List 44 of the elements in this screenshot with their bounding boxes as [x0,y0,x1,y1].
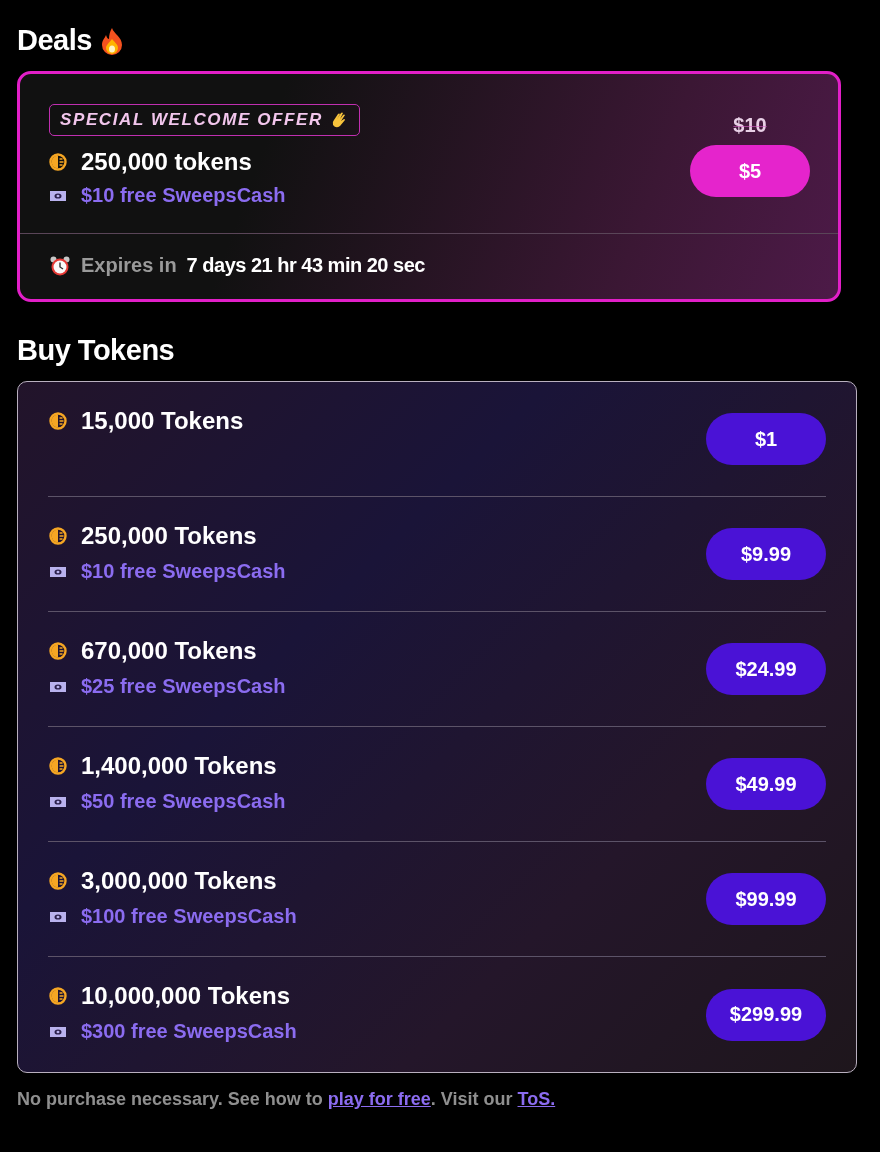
coin-icon [49,527,67,545]
sweepscash-bonus: $300 free SweepsCash [81,1020,297,1043]
token-amount: 10,000,000 Tokens [81,982,291,1010]
coin-icon [49,987,67,1005]
banknote-icon [49,909,67,924]
banknote-icon [49,1024,67,1039]
alarm-clock-icon [49,254,71,277]
expires-label: Expires in [81,254,177,277]
token-amount: 670,000 Tokens [81,637,257,665]
banknote-icon [49,679,67,694]
buy-button[interactable]: $49.99 [706,758,826,810]
token-amount: 1,400,000 Tokens [81,752,277,780]
buy-button[interactable]: $24.99 [706,643,826,695]
token-amount: 250,000 Tokens [81,522,257,550]
coin-icon [49,757,67,775]
buy-button[interactable]: $9.99 [706,528,826,580]
coin-icon [49,153,67,171]
buy-button[interactable]: $5 [690,145,810,197]
coin-icon [49,412,67,430]
countdown: 7 days 21 hr 43 min 20 sec [186,254,425,277]
sweepscash-bonus: $25 free SweepsCash [81,675,286,698]
sweepscash-bonus: $10 free SweepsCash [81,184,286,207]
banknote-icon [49,794,67,809]
coin-icon [49,872,67,890]
original-price: $10 [733,114,767,137]
token-amount: 3,000,000 Tokens [81,867,277,895]
link[interactable]: ToS. [517,1089,556,1109]
buy-button[interactable]: $99.99 [706,873,826,925]
token-amount: 250,000 tokens [81,148,252,176]
buy-button[interactable]: $299.99 [706,988,826,1041]
section-title: Deals [17,24,92,57]
link[interactable]: play for free [327,1089,431,1109]
banknote-icon [49,564,67,579]
sweepscash-bonus: $10 free SweepsCash [81,560,286,583]
buy-button[interactable]: $1 [706,413,826,465]
disclaimer-text: No purchase necessary. See how to play for free. Visit our ToS. [17,1089,557,1110]
token-amount: 15,000 Tokens [81,407,244,435]
fire-icon [99,26,124,55]
section-title: Buy Tokens [17,334,175,367]
sweepscash-bonus: $100 free SweepsCash [81,905,297,928]
badge-label: SPECIAL WELCOME OFFER [60,110,323,130]
coin-icon [49,642,67,660]
banknote-icon [49,188,67,203]
sweepscash-bonus: $50 free SweepsCash [81,790,286,813]
